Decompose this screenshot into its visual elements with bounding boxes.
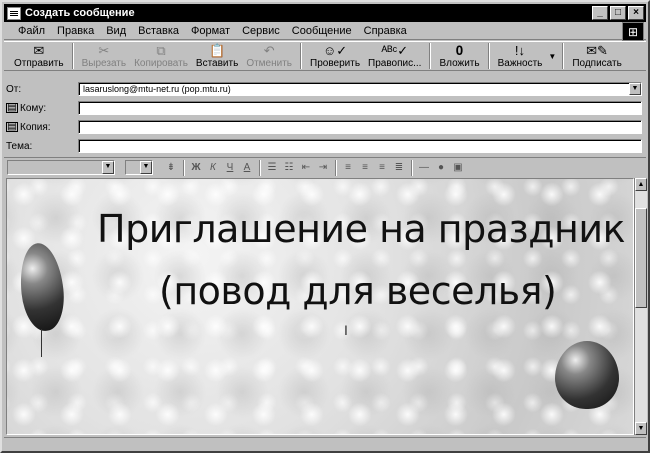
- menu-bar: Файл Правка Вид Вставка Формат Сервис Со…: [4, 23, 646, 40]
- align-center-icon[interactable]: ≡: [357, 160, 373, 176]
- menu-insert[interactable]: Вставка: [138, 25, 179, 37]
- chevron-down-icon: ▼: [548, 52, 557, 61]
- address-book-icon[interactable]: ▤: [6, 103, 18, 113]
- minimize-button[interactable]: _: [592, 6, 608, 20]
- toolbar-separator: [183, 159, 185, 176]
- attach-button[interactable]: 𝟎 Вложить: [435, 42, 483, 70]
- windows-logo-icon: ⊞: [622, 22, 644, 41]
- cc-field[interactable]: [78, 120, 642, 134]
- paperclip-icon: 𝟎: [455, 43, 464, 58]
- bold-button[interactable]: Ж: [188, 160, 204, 176]
- menu-view[interactable]: Вид: [106, 25, 126, 37]
- text-cursor-icon: I: [344, 322, 348, 338]
- to-field[interactable]: [78, 101, 642, 115]
- address-book-icon[interactable]: ▤: [6, 122, 18, 132]
- invitation-title: Приглашение на праздник: [97, 207, 626, 251]
- from-row: От: lasaruslong@mtu-net.ru (pop.mtu.ru) …: [6, 80, 642, 98]
- bullet-list-icon[interactable]: ☷: [281, 160, 297, 176]
- compose-app-icon: [7, 6, 21, 20]
- send-icon: ✉: [33, 43, 45, 58]
- spelling-button[interactable]: ᴬᴮᶜ✓ Правопис...: [364, 42, 425, 70]
- check-names-button[interactable]: ☺✓ Проверить: [306, 42, 364, 70]
- undo-icon: ↶: [263, 43, 275, 58]
- scroll-up-button[interactable]: ▲: [635, 178, 647, 191]
- horizontal-line-icon[interactable]: —: [416, 160, 432, 176]
- to-row: ▤ Кому:: [6, 99, 642, 117]
- compose-window: Создать сообщение _ □ × Файл Правка Вид …: [0, 0, 650, 453]
- vertical-scrollbar[interactable]: ▲ ▼: [634, 178, 647, 435]
- toolbar-separator: [411, 159, 413, 176]
- align-right-icon[interactable]: ≡: [374, 160, 390, 176]
- align-left-icon[interactable]: ≡: [340, 160, 356, 176]
- balloon-right-icon: [555, 341, 619, 409]
- insert-hyperlink-icon[interactable]: ●: [433, 160, 449, 176]
- chevron-down-icon[interactable]: ▼: [140, 161, 152, 174]
- copy-icon: ⧉: [156, 43, 166, 58]
- message-body[interactable]: Приглашение на праздник (повод для весел…: [6, 178, 634, 435]
- scroll-thumb[interactable]: [635, 208, 647, 308]
- subject-label: Тема:: [6, 140, 33, 152]
- scissors-icon: ✂: [98, 43, 110, 58]
- numbered-list-icon[interactable]: ☰: [264, 160, 280, 176]
- font-size-select[interactable]: ▼: [125, 160, 153, 175]
- font-color-button[interactable]: A: [239, 160, 255, 176]
- sign-button[interactable]: ✉✎ Подписать: [568, 42, 626, 70]
- insert-picture-icon[interactable]: ▣: [450, 160, 466, 176]
- check-names-icon: ☺✓: [322, 43, 348, 58]
- subject-row: Тема:: [6, 137, 642, 155]
- spelling-icon: ᴬᴮᶜ✓: [381, 43, 409, 58]
- copy-button[interactable]: ⧉ Копировать: [130, 42, 192, 70]
- cc-row: ▤ Копия:: [6, 118, 642, 136]
- title-bar[interactable]: Создать сообщение _ □ ×: [4, 4, 646, 22]
- invitation-subtitle: (повод для веселья): [159, 269, 557, 313]
- toolbar-separator: [300, 43, 303, 69]
- paste-icon: 📋: [209, 43, 226, 58]
- toolbar-separator: [487, 43, 490, 69]
- balloon-string: [41, 329, 42, 357]
- priority-button[interactable]: !↓ Важность: [494, 42, 547, 70]
- italic-button[interactable]: К: [205, 160, 221, 176]
- toolbar-separator: [429, 43, 432, 69]
- maximize-button[interactable]: □: [610, 6, 626, 20]
- menu-edit[interactable]: Правка: [57, 25, 94, 37]
- undo-button[interactable]: ↶ Отменить: [242, 42, 296, 70]
- send-button[interactable]: ✉ Отправить: [10, 42, 68, 70]
- priority-icon: !↓: [514, 43, 526, 58]
- close-button[interactable]: ×: [628, 6, 644, 20]
- toolbar-separator: [259, 159, 261, 176]
- underline-button[interactable]: Ч: [222, 160, 238, 176]
- scroll-down-button[interactable]: ▼: [635, 422, 647, 435]
- chevron-down-icon[interactable]: ▼: [102, 161, 114, 174]
- main-toolbar: ✉ Отправить ✂ Вырезать ⧉ Копировать 📋 Вс…: [4, 41, 646, 71]
- menu-tools[interactable]: Сервис: [242, 25, 280, 37]
- menu-file[interactable]: Файл: [18, 25, 45, 37]
- from-select[interactable]: lasaruslong@mtu-net.ru (pop.mtu.ru) ▼: [78, 82, 642, 96]
- cut-button[interactable]: ✂ Вырезать: [78, 42, 130, 70]
- toolbar-separator: [71, 43, 74, 69]
- formatting-toolbar: ▼ ▼ ⇟ Ж К Ч A ☰ ☷ ⇤ ⇥ ≡ ≡ ≡ ≣ — ● ▣: [4, 157, 646, 177]
- increase-indent-icon[interactable]: ⇥: [315, 160, 331, 176]
- window-title: Создать сообщение: [25, 7, 135, 19]
- menu-help[interactable]: Справка: [364, 25, 407, 37]
- cc-label[interactable]: Копия:: [20, 122, 51, 133]
- sign-icon: ✉✎: [586, 43, 608, 58]
- toolbar-separator: [335, 159, 337, 176]
- font-name-select[interactable]: ▼: [7, 160, 115, 175]
- decrease-indent-icon[interactable]: ⇤: [298, 160, 314, 176]
- to-label[interactable]: Кому:: [20, 103, 46, 114]
- status-bar: [4, 437, 646, 451]
- chevron-down-icon[interactable]: ▼: [629, 83, 641, 95]
- toolbar-separator: [562, 43, 565, 69]
- paste-button[interactable]: 📋 Вставить: [192, 42, 242, 70]
- menu-format[interactable]: Формат: [191, 25, 230, 37]
- priority-dropdown[interactable]: ▼: [546, 42, 558, 70]
- from-value: lasaruslong@mtu-net.ru (pop.mtu.ru): [83, 84, 231, 94]
- paragraph-style-icon[interactable]: ⇟: [163, 160, 179, 176]
- from-label: От:: [6, 83, 22, 95]
- justify-icon[interactable]: ≣: [391, 160, 407, 176]
- menu-message[interactable]: Сообщение: [292, 25, 352, 37]
- subject-field[interactable]: [78, 139, 642, 153]
